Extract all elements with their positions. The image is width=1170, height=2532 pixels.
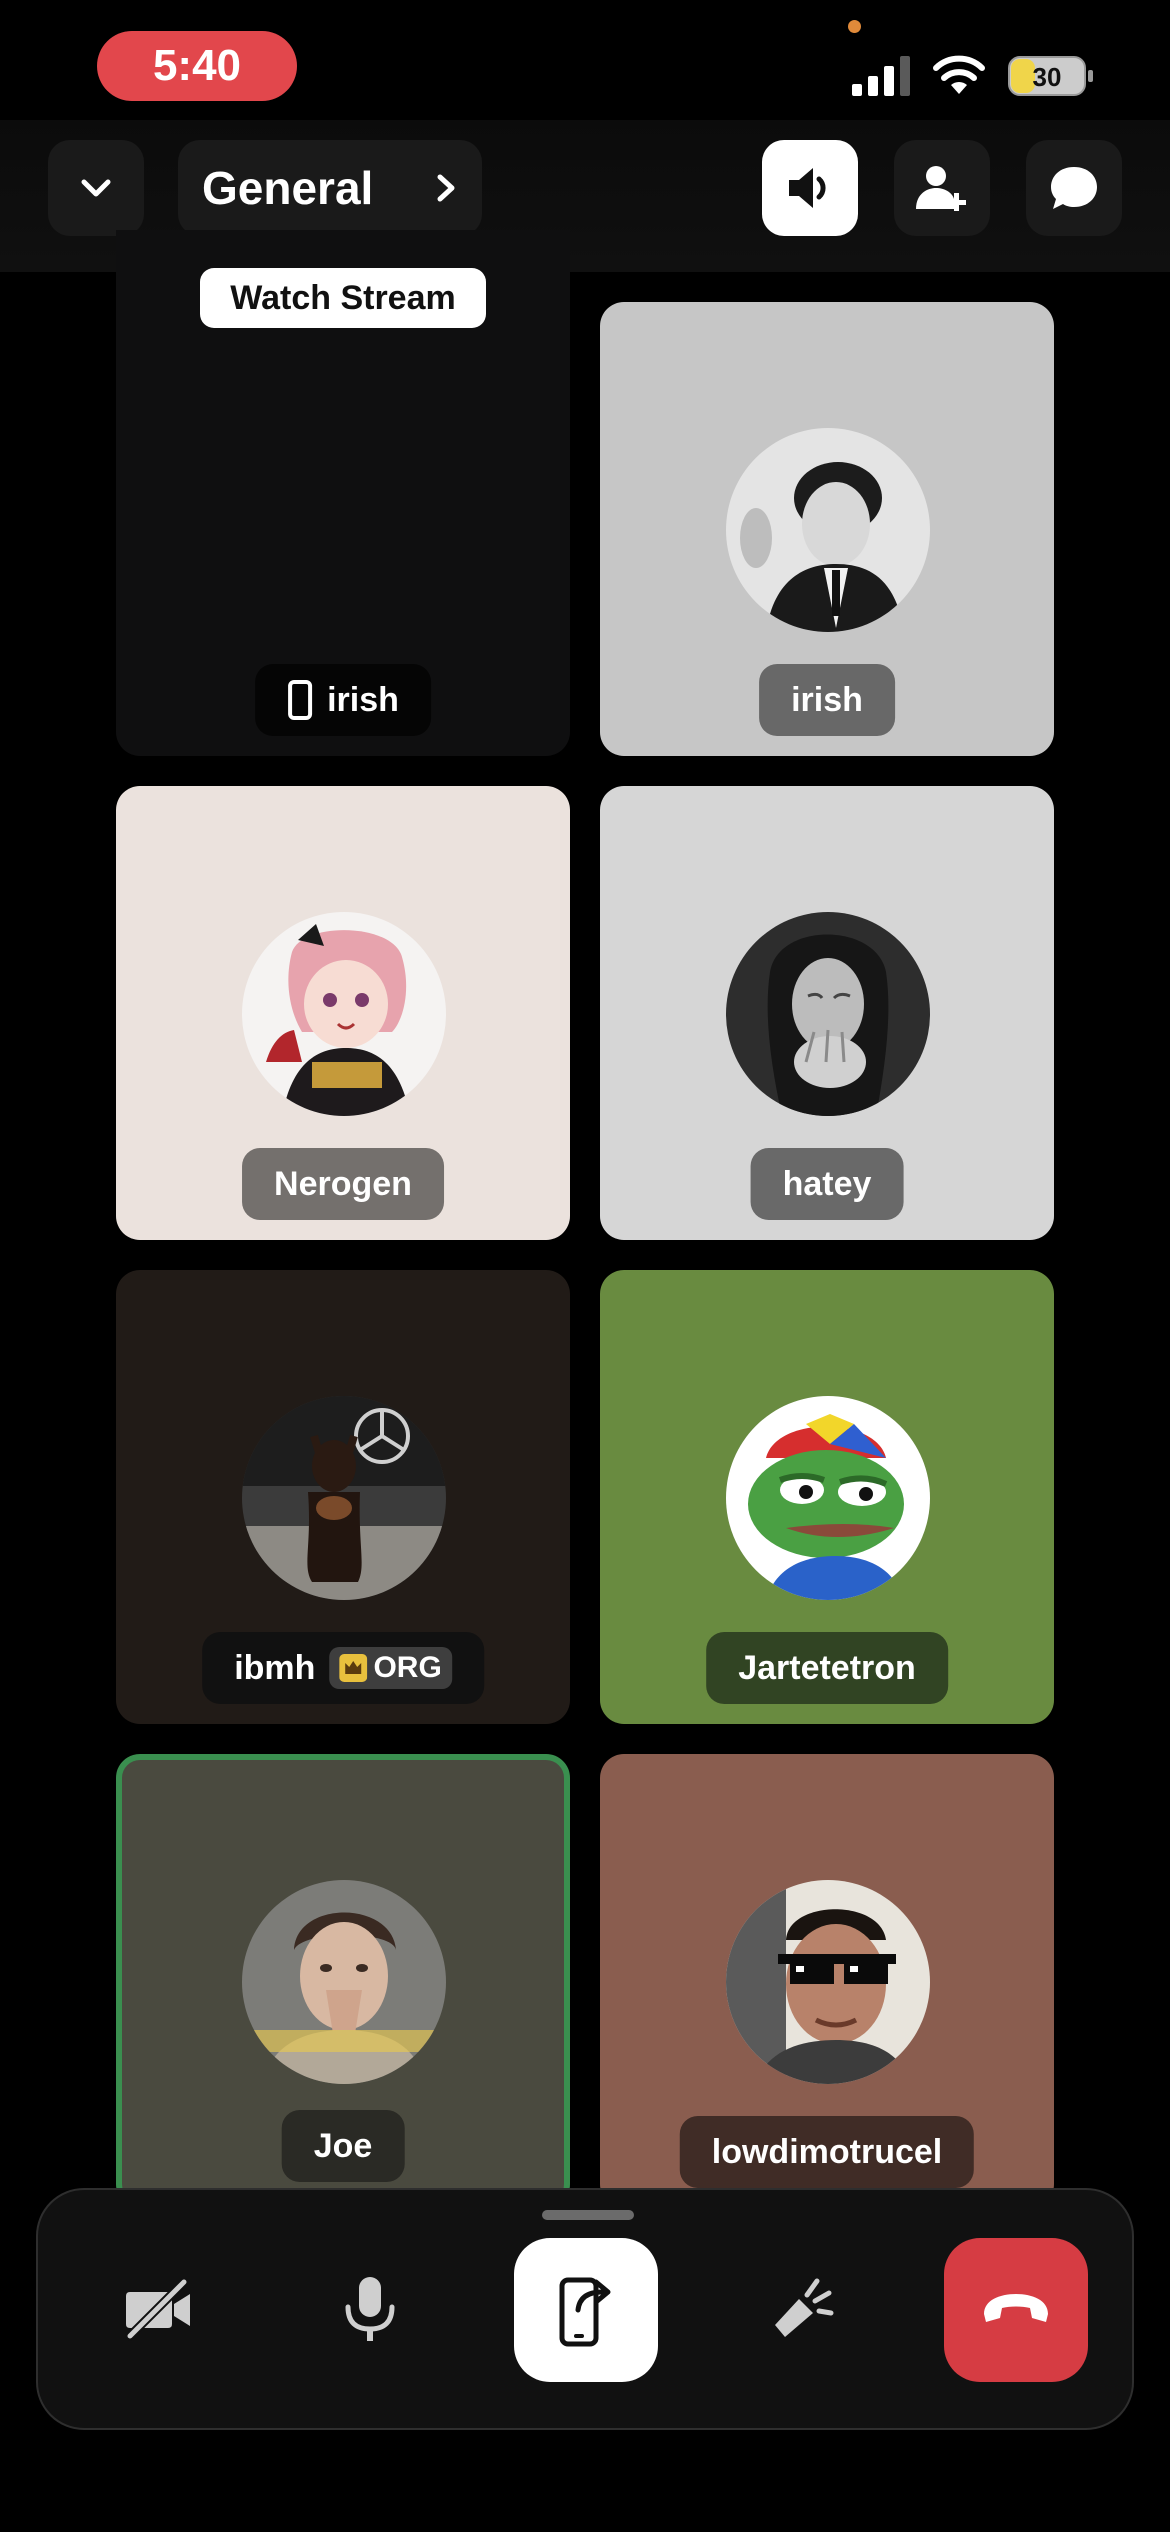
participant-name-tag: irish xyxy=(759,664,895,736)
participant-name-tag: ibmh ORG xyxy=(202,1632,484,1704)
participant-name: irish xyxy=(791,680,863,719)
microphone-icon xyxy=(345,2277,395,2341)
signal-icon xyxy=(852,56,910,96)
guild-tag-icon xyxy=(339,1654,368,1682)
soundboard-icon xyxy=(775,2278,834,2337)
participant-name: ibmh xyxy=(234,1648,316,1687)
speaker-button[interactable] xyxy=(762,140,858,236)
chat-bubble-icon xyxy=(1051,167,1097,209)
avatar xyxy=(726,1880,930,2084)
invite-button[interactable] xyxy=(894,140,990,236)
participant-name-tag: Jartetetron xyxy=(706,1632,948,1704)
hang-up-button[interactable] xyxy=(944,2238,1088,2382)
participant-tile[interactable]: Jartetetron xyxy=(600,1270,1054,1724)
battery-level: 30 xyxy=(1033,62,1062,92)
participant-name-tag: hatey xyxy=(750,1148,904,1220)
org-badge: ORG xyxy=(329,1647,452,1689)
toggle-camera-button[interactable] xyxy=(86,2238,230,2382)
avatar xyxy=(242,1880,446,2084)
participant-name: hatey xyxy=(782,1164,872,1203)
battery-icon: 30 xyxy=(1008,56,1093,96)
toggle-microphone-button[interactable] xyxy=(298,2238,442,2382)
participant-name: lowdimotrucel xyxy=(711,2132,943,2171)
add-user-icon xyxy=(916,166,966,211)
participant-name-tag: Nerogen xyxy=(242,1148,444,1220)
participant-tile-speaking[interactable]: Joe xyxy=(116,1754,570,2208)
participant-name-tag: lowdimotrucel xyxy=(679,2116,975,2188)
participant-tile[interactable]: irish xyxy=(600,302,1054,756)
hang-up-icon xyxy=(984,2294,1048,2322)
participant-tile[interactable]: ibmh ORG xyxy=(116,1270,570,1724)
avatar xyxy=(726,428,930,632)
screen-share-button[interactable] xyxy=(514,2238,658,2382)
chat-button[interactable] xyxy=(1026,140,1122,236)
participant-tile[interactable]: lowdimotrucel xyxy=(600,1754,1054,2208)
drag-handle[interactable] xyxy=(542,2210,634,2220)
screen-share-icon xyxy=(559,2277,611,2347)
phone-icon xyxy=(288,680,313,720)
channel-name-button[interactable]: General xyxy=(178,140,482,236)
speaker-icon xyxy=(789,168,826,208)
avatar xyxy=(242,1396,446,1600)
chevron-right-icon xyxy=(437,174,455,202)
status-time: 5:40 xyxy=(97,31,297,101)
soundboard-button[interactable] xyxy=(730,2238,874,2382)
collapse-button[interactable] xyxy=(48,140,144,236)
camera-off-icon xyxy=(125,2278,190,2341)
avatar xyxy=(726,912,930,1116)
stream-user-tag: irish xyxy=(255,664,431,736)
participant-name: Jartetetron xyxy=(738,1648,916,1687)
privacy-indicator-dot xyxy=(848,20,861,33)
participant-tile[interactable]: hatey xyxy=(600,786,1054,1240)
avatar xyxy=(726,1396,930,1600)
call-control-bar xyxy=(36,2188,1134,2430)
participant-name: Joe xyxy=(313,2126,373,2165)
participant-name-tag: Joe xyxy=(281,2110,405,2182)
participant-tile[interactable]: Nerogen xyxy=(116,786,570,1240)
watch-stream-button[interactable]: Watch Stream xyxy=(200,268,486,328)
chevron-down-icon xyxy=(81,179,111,197)
participant-name: Nerogen xyxy=(274,1164,412,1203)
stream-user-name: irish xyxy=(327,680,399,719)
avatar xyxy=(242,912,446,1116)
channel-name: General xyxy=(202,162,374,214)
status-bar: 5:40 30 xyxy=(0,0,1170,140)
wifi-icon xyxy=(933,55,985,94)
org-badge-label: ORG xyxy=(373,1651,442,1684)
